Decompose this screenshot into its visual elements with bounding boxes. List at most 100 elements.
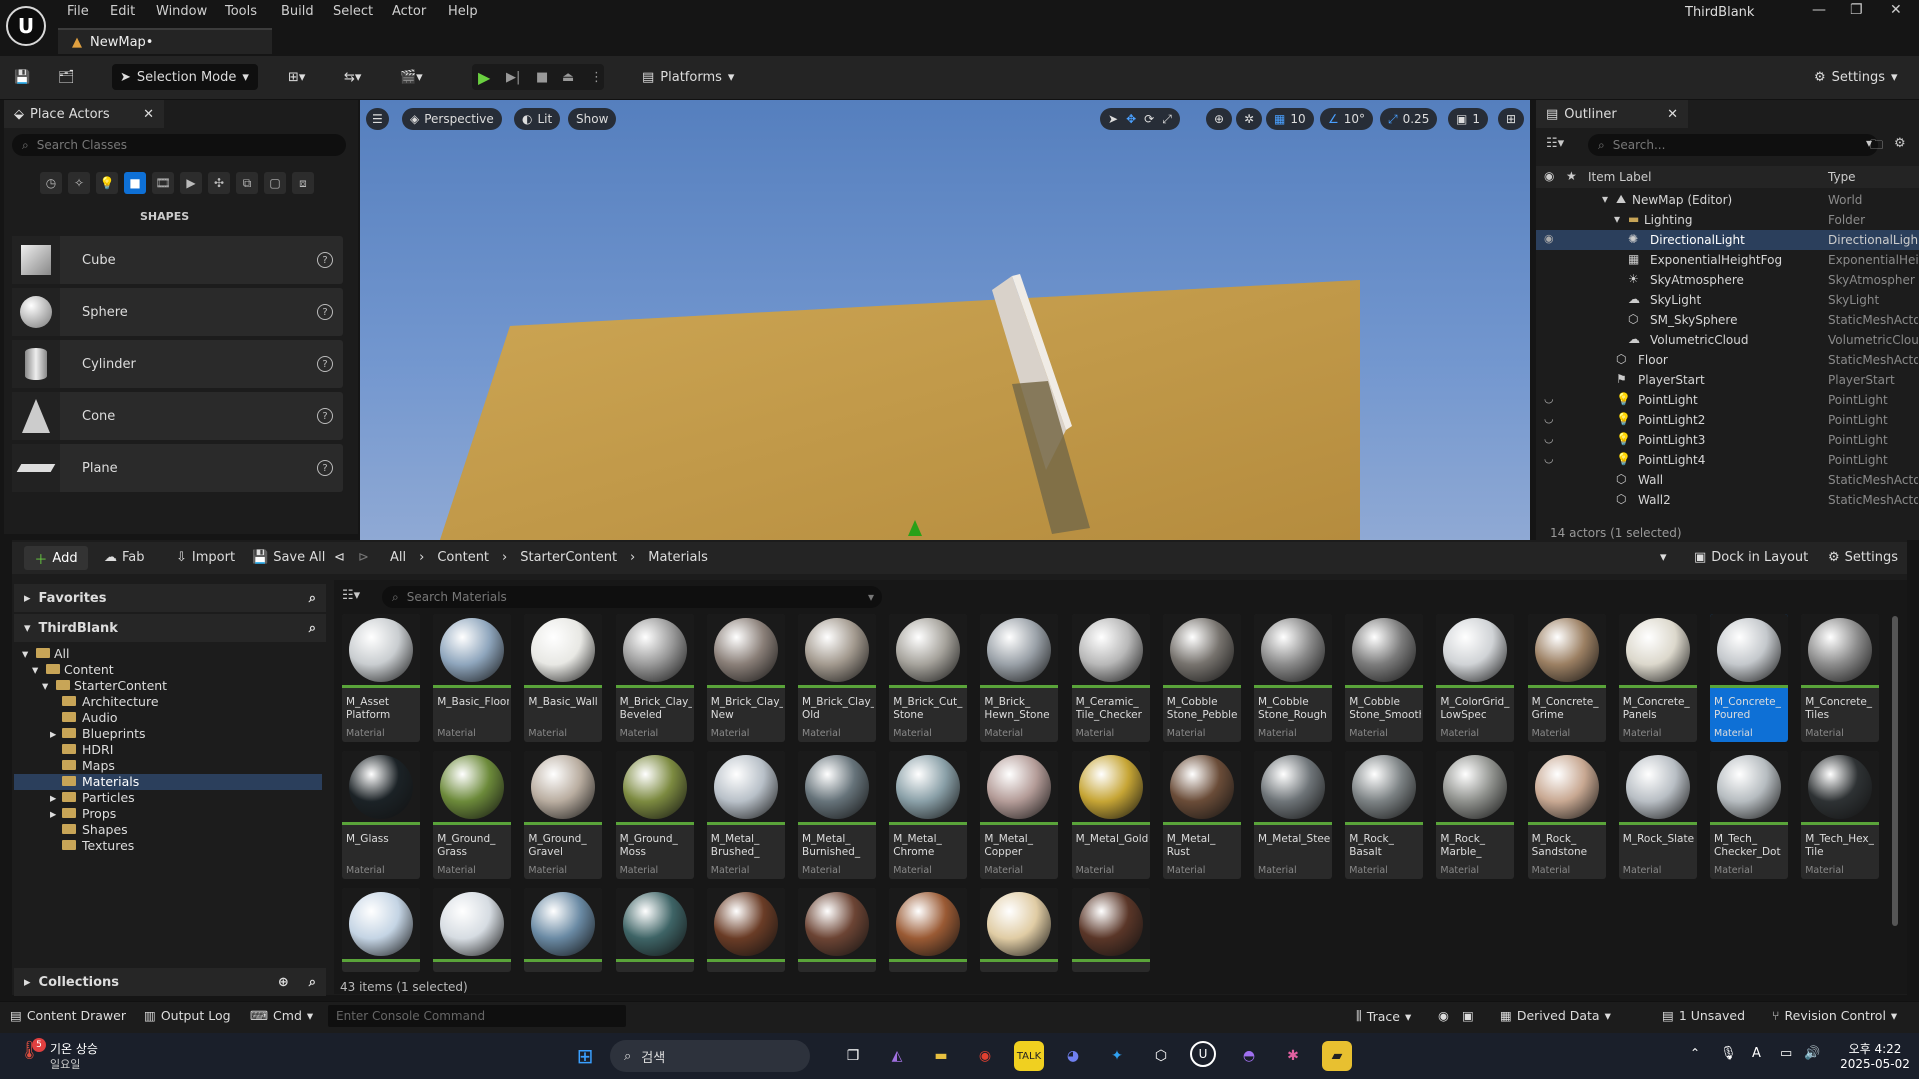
asset-tile[interactable]: M_Ground_ Gravel Material — [524, 751, 603, 879]
search-classes-input[interactable]: ⌕ Search Classes — [12, 134, 346, 156]
asset-tile[interactable]: M_Rock_ Sandstone Material — [1527, 751, 1606, 879]
asset-tile[interactable]: M_Metal_Gold Material — [1071, 751, 1150, 879]
asset-tile[interactable] — [980, 888, 1059, 972]
chevron-down-icon[interactable]: ▾ — [1660, 550, 1667, 565]
minimize-icon[interactable]: — — [1812, 2, 1826, 18]
level-viewport[interactable] — [360, 100, 1530, 540]
asset-tile[interactable]: M_Rock_ Basalt Material — [1345, 751, 1424, 879]
dock-in-layout-button[interactable]: ▣ Dock in Layout — [1694, 550, 1808, 565]
kakaotalk-icon[interactable]: TALK — [1014, 1041, 1044, 1071]
menu-actor[interactable]: Actor — [392, 4, 426, 19]
extra-icon[interactable]: ⧈ — [292, 172, 314, 194]
unity-icon[interactable]: ⬡ — [1146, 1041, 1176, 1071]
basic-icon[interactable]: ✧ — [68, 172, 90, 194]
collections-header[interactable]: ▸ Collections ⊕ ⌕ — [14, 968, 326, 996]
search-icon[interactable]: ⌕ — [309, 591, 316, 606]
breadcrumb-startercontent[interactable]: StarterContent — [520, 550, 617, 565]
add-button[interactable]: ＋ Add — [24, 546, 88, 570]
restore-icon[interactable]: ❐ — [1850, 2, 1863, 18]
asset-scrollbar[interactable] — [1892, 616, 1898, 926]
asset-tile[interactable]: M_Ground_ Grass Material — [433, 751, 512, 879]
layout-icon[interactable]: ⊞ — [1498, 108, 1525, 130]
tab-outliner[interactable]: ▤ Outliner ✕ — [1536, 100, 1688, 128]
tree-item-shapes[interactable]: Shapes — [14, 822, 322, 838]
stop-icon[interactable]: ■ — [536, 64, 548, 90]
output-log-button[interactable]: ▥ Output Log — [144, 1008, 231, 1023]
outliner-row[interactable]: ⬡ Floor StaticMeshActo — [1536, 350, 1919, 370]
content-drawer-button[interactable]: ▤ Content Drawer — [10, 1008, 126, 1023]
shape-cylinder[interactable]: Cylinder ? — [12, 340, 343, 388]
breadcrumb-materials[interactable]: Materials — [648, 550, 708, 565]
microphone-icon[interactable]: 🎙 — [1720, 1046, 1737, 1061]
tree-item-textures[interactable]: Textures — [14, 838, 322, 854]
asset-tile[interactable]: M_Rock_ Marble_ Material — [1436, 751, 1515, 879]
tray-chevron-up-icon[interactable]: ⌃ — [1690, 1046, 1700, 1060]
tree-item-all[interactable]: ▾ All — [14, 646, 322, 662]
close-icon[interactable]: ✕ — [1890, 2, 1902, 18]
asset-tile[interactable] — [615, 888, 694, 972]
network-icon[interactable]: ▭ — [1780, 1046, 1792, 1061]
tree-item-audio[interactable]: Audio — [14, 710, 322, 726]
asset-tile[interactable]: M_Brick_ Hewn_Stone Material — [980, 614, 1059, 742]
perspective-button[interactable]: ◈ Perspective — [402, 108, 502, 130]
help-icon[interactable]: ? — [317, 460, 333, 476]
asset-tile-selected[interactable]: M_Concrete_ Poured Material — [1710, 614, 1788, 742]
menu-file[interactable]: File — [67, 4, 89, 19]
outliner-row[interactable]: ◡ 💡 PointLight PointLight — [1536, 390, 1919, 410]
unsaved-button[interactable]: ▤ 1 Unsaved — [1662, 1008, 1745, 1023]
github-icon[interactable]: ◓ — [1234, 1041, 1264, 1071]
tab-place-actors[interactable]: ⬙ Place Actors ✕ — [4, 100, 164, 128]
scale-tool-icon[interactable]: ⤢ — [1162, 112, 1172, 127]
tree-item-blueprints[interactable]: ▸ Blueprints — [14, 726, 322, 742]
add-actor-icon[interactable]: ⊞▾ — [288, 64, 305, 90]
asset-tile[interactable]: M_Concrete_ Panels Material — [1618, 614, 1697, 742]
asset-tile[interactable]: M_Brick_Cut_ Stone Material — [889, 614, 968, 742]
outliner-row[interactable]: ▦ ExponentialHeightFog ExponentialHei — [1536, 250, 1919, 270]
platforms-button[interactable]: ▤ Platforms ▾ — [642, 64, 734, 90]
all-classes-icon[interactable]: ▢ — [264, 172, 286, 194]
step-icon[interactable]: ▶| — [506, 64, 520, 90]
hidden-icon[interactable]: ◡ — [1544, 432, 1554, 445]
surface-snap-icon[interactable]: ✲ — [1236, 108, 1263, 130]
asset-tile[interactable]: M_Glass Material — [342, 751, 420, 879]
help-icon[interactable]: ? — [317, 252, 333, 268]
filter-icon[interactable]: ☷▾ — [342, 588, 360, 603]
breadcrumb-content[interactable]: Content — [437, 550, 489, 565]
menu-select[interactable]: Select — [333, 4, 373, 19]
screenshot-icon[interactable]: ▣ — [1462, 1008, 1474, 1023]
asset-tile[interactable]: M_Concrete_ Grime Material — [1527, 614, 1606, 742]
lit-button[interactable]: ◐ Lit — [514, 108, 561, 130]
close-icon[interactable]: ✕ — [143, 107, 154, 122]
console-input[interactable]: Enter Console Command — [328, 1005, 626, 1027]
trace-button[interactable]: ⫼ Trace ▾ — [1356, 1008, 1411, 1024]
scale-snap-button[interactable]: ⤢ 0.25 — [1380, 108, 1438, 130]
tree-item-props[interactable]: ▸ Props — [14, 806, 322, 822]
asset-tile[interactable]: M_Cobble Stone_Rough Material — [1254, 614, 1332, 742]
back-icon[interactable]: ⊲ — [334, 550, 345, 565]
unreal-taskbar-icon[interactable]: U — [1190, 1041, 1216, 1067]
asset-tile[interactable]: M_Ceramic_ Tile_Checker Material — [1071, 614, 1150, 742]
asset-tile[interactable]: M_Rock_Slate Material — [1618, 751, 1697, 879]
visual-studio-icon[interactable]: ◭ — [882, 1041, 912, 1071]
unreal-logo-icon[interactable]: U — [6, 6, 46, 46]
import-button[interactable]: ⇩ Import — [176, 550, 235, 565]
outliner-row[interactable]: ⬡ Wall StaticMeshActo — [1536, 470, 1919, 490]
tree-item-particles[interactable]: ▸ Particles — [14, 790, 322, 806]
asset-tile[interactable] — [1071, 888, 1150, 972]
asset-tile[interactable]: M_Cobble Stone_Smooth Material — [1345, 614, 1424, 742]
asset-tile[interactable]: M_Brick_Clay_ Beveled Material — [615, 614, 694, 742]
save-all-button[interactable]: 💾 Save All — [252, 550, 325, 565]
more-icon[interactable]: ⋮ — [590, 64, 603, 90]
shape-cube[interactable]: Cube ? — [12, 236, 343, 284]
tree-item-architecture[interactable]: Architecture — [14, 694, 322, 710]
tree-item-materials-selected[interactable]: Materials — [14, 774, 322, 790]
shapes-icon[interactable]: ■ — [124, 172, 146, 194]
outliner-search-input[interactable]: ⌕ Search... — [1588, 134, 1878, 156]
cb-settings-button[interactable]: ⚙ Settings — [1828, 550, 1898, 565]
help-icon[interactable]: ? — [317, 408, 333, 424]
rotation-snap-button[interactable]: ∠ 10° — [1320, 108, 1374, 130]
fab-button[interactable]: ☁ Fab — [104, 550, 145, 565]
outliner-row[interactable]: ⬡ Wall2 StaticMeshActo — [1536, 490, 1919, 510]
gear-icon[interactable]: ⚙ — [1894, 136, 1906, 151]
visibility-icon[interactable]: ◉ — [1544, 232, 1554, 245]
